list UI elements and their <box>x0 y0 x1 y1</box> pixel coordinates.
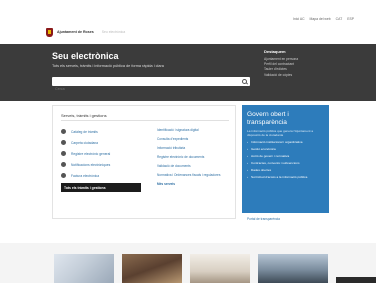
open-government-title: Govern obert i transparència <box>247 111 289 126</box>
transparency-portal-link[interactable]: Portal de transparència <box>247 217 280 221</box>
service-link[interactable]: Validació de documents <box>157 164 231 168</box>
news-photo-room[interactable] <box>122 254 182 283</box>
services-panel: Serveis, tràmits i gestions Catàleg de t… <box>52 105 236 219</box>
search-box <box>52 77 250 94</box>
service-label: Notificacions electròniques <box>71 162 111 167</box>
service-icon <box>61 162 66 167</box>
highlights-box: Destaquem Ajuntament en persona Perfil d… <box>264 49 298 78</box>
services-links: Identificació i signatura digital Consul… <box>157 128 231 191</box>
govern-link[interactable]: Gestió econòmica <box>247 147 324 151</box>
service-link[interactable]: Registre electrònic de documents <box>157 155 231 159</box>
utility-nav: Inici AC Mapa del web CAT ESP <box>293 17 354 21</box>
service-icon <box>61 173 66 178</box>
search-input[interactable] <box>52 84 250 94</box>
govern-link[interactable]: Contractes, convenis i subvencions <box>247 161 324 165</box>
news-photo-hands[interactable] <box>54 254 114 283</box>
more-services-link[interactable]: Més serveis <box>157 182 231 186</box>
utility-link-sitemap[interactable]: Mapa del web <box>310 17 331 21</box>
service-link[interactable]: Informació tributària <box>157 146 231 150</box>
service-icon <box>61 140 66 145</box>
service-item[interactable]: Notificacions electròniques <box>61 159 141 170</box>
language-cat-link[interactable]: CAT <box>336 17 343 21</box>
logo-text[interactable]: Ajuntament de Roses <box>57 30 94 34</box>
page-title: Seu electrònica <box>52 51 119 61</box>
service-icon <box>61 129 66 134</box>
page-subtitle: Tots els serveis, tràmits i informació p… <box>52 64 164 68</box>
highlights-title: Destaquem <box>264 49 286 54</box>
govern-link[interactable]: Acció de govern i normativa <box>247 154 324 158</box>
govern-link[interactable]: Sol·licitud d'accés a la informació públ… <box>247 175 324 179</box>
header-subtitle: Seu electrònica <box>101 30 126 34</box>
utility-link-home[interactable]: Inici AC <box>293 17 305 21</box>
service-link[interactable]: Identificació i signatura digital <box>157 128 231 132</box>
hero-banner: Seu electrònica Tots els serveis, tràmit… <box>0 44 376 101</box>
all-services-button[interactable]: Tots els tràmits i gestions <box>61 183 141 192</box>
open-government-description: La informació pública que genera l'Ajunt… <box>247 129 314 138</box>
language-esp-link[interactable]: ESP <box>347 17 354 21</box>
service-item[interactable]: Registre electrònic general <box>61 148 141 159</box>
open-government-panel: Govern obert i transparència La informac… <box>242 105 329 213</box>
services-title: Serveis, tràmits i gestions <box>61 113 107 118</box>
service-label: Catàleg de tràmits <box>71 129 98 134</box>
service-link[interactable]: Normativa i Ordenances fiscals i regulad… <box>157 173 231 177</box>
service-label: Carpeta ciutadana <box>71 140 98 145</box>
govern-link[interactable]: Dades obertes <box>247 168 324 172</box>
search-icon[interactable] <box>242 79 247 84</box>
highlight-link[interactable]: Validació de còpies <box>264 73 298 78</box>
services-list: Catàleg de tràmits Carpeta ciutadana Reg… <box>61 126 141 192</box>
coat-of-arms-icon <box>46 27 53 37</box>
news-photo-town[interactable] <box>258 254 328 283</box>
divider <box>61 120 229 121</box>
service-link[interactable]: Consulta d'expedients <box>157 137 231 141</box>
service-item[interactable]: Factura electrònica <box>61 170 141 181</box>
govern-link[interactable]: Informació institucional i organitzativa <box>247 140 324 144</box>
news-photo-building[interactable] <box>190 254 250 283</box>
service-item[interactable]: Carpeta ciutadana <box>61 137 141 148</box>
service-item[interactable]: Catàleg de tràmits <box>61 126 141 137</box>
service-label: Factura electrònica <box>71 173 100 178</box>
service-icon <box>61 151 66 156</box>
cookie-bar[interactable] <box>336 277 376 283</box>
service-label: Registre electrònic general <box>71 151 111 156</box>
site-header: Ajuntament de Roses Seu electrònica <box>46 22 346 42</box>
